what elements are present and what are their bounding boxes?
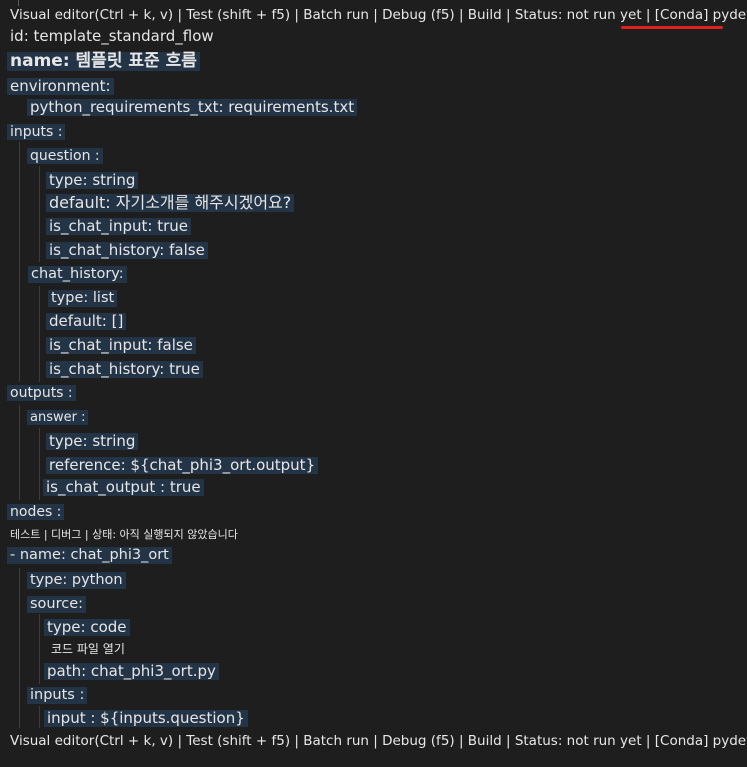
- yaml-line-environment[interactable]: environment:: [7, 78, 114, 95]
- yaml-line-chat-history[interactable]: chat_history:: [28, 266, 127, 283]
- indent-guide: [39, 706, 40, 728]
- yaml-line-answer-reference[interactable]: reference: ${chat_phi3_ort.output}: [46, 457, 319, 474]
- yaml-line-chat-history-is-chat-history[interactable]: is_chat_history: true: [46, 361, 203, 378]
- yaml-line-source-path[interactable]: path: chat_phi3_ort.py: [44, 663, 219, 680]
- yaml-line-answer-is-chat-output[interactable]: is_chat_output : true: [43, 479, 204, 496]
- yaml-line-nodes[interactable]: nodes :: [7, 504, 65, 520]
- yaml-line-question-is-chat-history[interactable]: is_chat_history: false: [46, 242, 208, 259]
- codelens-open-code-file[interactable]: 코드 파일 열기: [51, 643, 125, 655]
- indent-guide: [39, 166, 40, 262]
- yaml-line-chat-history-default[interactable]: default: []: [46, 313, 127, 330]
- yaml-line-answer[interactable]: answer :: [27, 410, 89, 425]
- yaml-line-id[interactable]: id: template_standard_flow: [10, 29, 214, 44]
- yaml-line-inputs[interactable]: inputs :: [7, 124, 66, 140]
- yaml-line-node-type[interactable]: type: python: [27, 572, 126, 589]
- indent-guide: [39, 428, 40, 500]
- yaml-line-source[interactable]: source:: [27, 596, 87, 613]
- indent-guide: [39, 614, 40, 684]
- indent-guide: [19, 405, 20, 500]
- yaml-line-chat-history-type[interactable]: type: list: [48, 290, 118, 307]
- yaml-line-outputs[interactable]: outputs :: [7, 385, 76, 401]
- yaml-line-question-is-chat-input[interactable]: is_chat_input: true: [46, 218, 191, 235]
- yaml-line-question[interactable]: question :: [27, 148, 103, 164]
- yaml-line-node-input[interactable]: input : ${inputs.question}: [44, 710, 248, 727]
- yaml-line-node-inputs[interactable]: inputs :: [27, 687, 88, 704]
- yaml-line-question-type[interactable]: type: string: [46, 172, 139, 189]
- indent-guide: [19, 142, 20, 382]
- yaml-line-answer-type[interactable]: type: string: [46, 433, 139, 450]
- codelens-nodes[interactable]: 테스트 | 디버그 | 상태: 아직 실행되지 않았습니다: [10, 529, 238, 540]
- conda-env-underline: [621, 26, 723, 29]
- yaml-line-chat-history-is-chat-input[interactable]: is_chat_input: false: [46, 337, 196, 354]
- yaml-line-python-requirements[interactable]: python_requirements_txt: requirements.tx…: [27, 99, 358, 116]
- indent-guide: [39, 286, 40, 382]
- indent-guide: [19, 568, 20, 728]
- yaml-line-name[interactable]: name: 템플릿 표준 흐름: [7, 52, 200, 71]
- yaml-line-node-name[interactable]: - name: chat_phi3_ort: [7, 547, 172, 564]
- yaml-line-question-default[interactable]: default: 자기소개를 해주시겠어요?: [46, 194, 295, 212]
- codelens-toolbar-top[interactable]: Visual editor(Ctrl + k, v) | Test (shift…: [10, 8, 747, 23]
- yaml-line-source-type[interactable]: type: code: [44, 619, 130, 636]
- codelens-toolbar-bottom[interactable]: Visual editor(Ctrl + k, v) | Test (shift…: [10, 734, 747, 749]
- indent-guide-top: [18, 0, 19, 6]
